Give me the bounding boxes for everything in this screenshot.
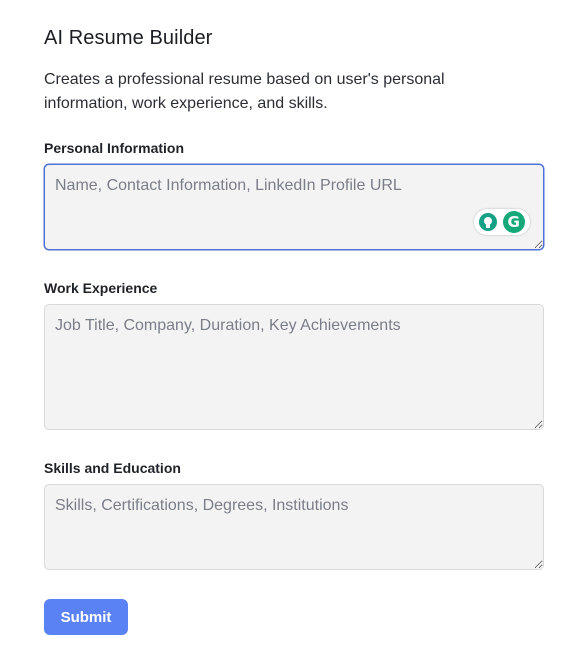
skills-education-label: Skills and Education bbox=[44, 460, 181, 476]
work-experience-label: Work Experience bbox=[44, 280, 158, 296]
work-experience-input[interactable] bbox=[44, 304, 544, 430]
work-experience-wrapper bbox=[44, 304, 544, 430]
personal-information-wrapper: G bbox=[44, 164, 544, 250]
personal-information-label: Personal Information bbox=[44, 140, 185, 156]
submit-button[interactable]: Submit bbox=[44, 599, 128, 635]
page-description: Creates a professional resume based on u… bbox=[44, 71, 445, 112]
personal-information-input[interactable] bbox=[44, 164, 544, 250]
lightbulb-icon[interactable] bbox=[479, 213, 498, 231]
grammarly-widget[interactable]: G bbox=[474, 209, 530, 235]
grammarly-logo-icon[interactable]: G bbox=[502, 211, 525, 233]
skills-education-wrapper bbox=[44, 484, 544, 570]
skills-education-input[interactable] bbox=[44, 484, 544, 570]
page-title: AI Resume Builder bbox=[44, 27, 213, 49]
